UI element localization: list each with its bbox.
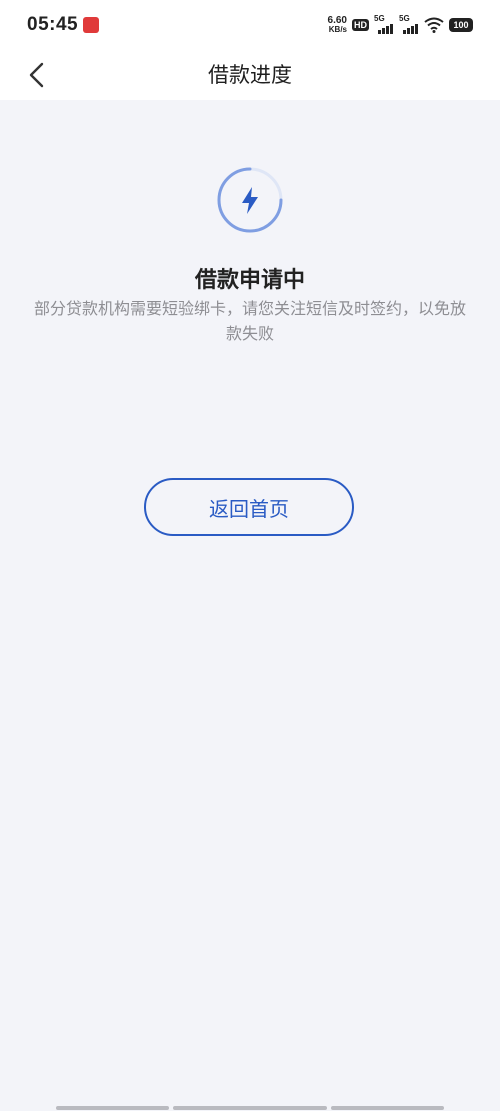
status-description: 部分贷款机构需要短验绑卡，请您关注短信及时签约，以免放款失败 <box>33 299 466 343</box>
signal-sim2-icon: 5G <box>399 14 419 34</box>
nav-gesture-bar-center <box>173 1106 327 1110</box>
status-title: 借款申请中 <box>194 268 305 293</box>
battery-icon: 100 <box>449 18 473 32</box>
back-to-home-button[interactable]: 返回首页 <box>144 478 354 536</box>
status-time: 05:45 <box>27 14 79 35</box>
lightning-bolt-icon <box>216 166 284 234</box>
nav-gesture-bar-right <box>331 1106 444 1110</box>
status-bar: 05:45 6.60 KB/s HD 5G 5G 100 <box>0 0 500 50</box>
signal-sim2-label: 5G <box>399 14 410 23</box>
wifi-icon <box>424 17 444 33</box>
nav-bar: 借款进度 <box>0 50 500 100</box>
signal-sim1-label: 5G <box>374 14 385 23</box>
page-title: 借款进度 <box>208 63 292 87</box>
app-notification-icon <box>83 17 99 33</box>
network-speed-unit: KB/s <box>328 25 347 34</box>
nav-gesture-bar-left <box>56 1106 169 1110</box>
signal-sim1-icon: 5G <box>374 14 394 34</box>
hd-icon: HD <box>352 19 369 31</box>
network-speed-value: 6.60 <box>327 15 347 26</box>
status-indicators: 6.60 KB/s HD 5G 5G 100 <box>328 14 473 36</box>
network-speed: 6.60 KB/s <box>327 15 347 35</box>
